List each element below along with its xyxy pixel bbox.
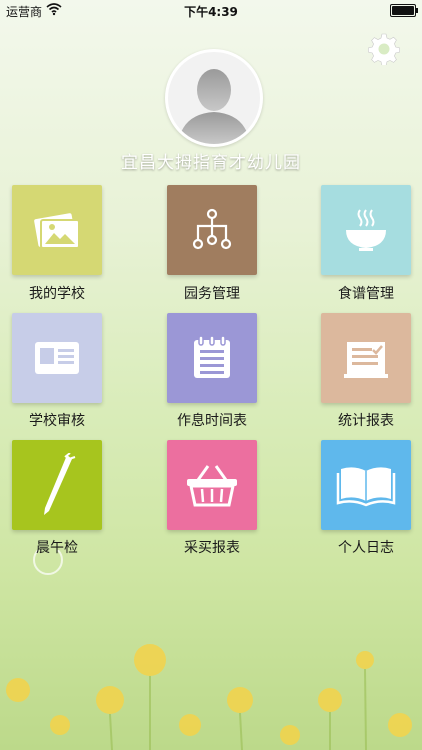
background-flowers — [6, 550, 412, 750]
person-silhouette-icon — [178, 69, 250, 144]
tile-label-statistics[interactable]: 统计报表 — [301, 410, 422, 430]
tile-label-my-school[interactable]: 我的学校 — [0, 283, 122, 303]
checklist-icon — [344, 342, 388, 378]
tile-personal-log[interactable] — [321, 440, 411, 530]
thermometer-icon — [44, 453, 76, 515]
tile-schedule[interactable] — [167, 313, 257, 403]
photo-frame-icon — [34, 213, 80, 249]
tile-school-review[interactable] — [12, 313, 102, 403]
battery-icon — [390, 4, 418, 17]
tile-health-check[interactable] — [12, 440, 102, 530]
status-time: 下午4:39 — [184, 5, 238, 19]
school-name: 宜昌大拇指育才幼儿园 — [121, 153, 301, 173]
tile-label-park-affairs[interactable]: 园务管理 — [147, 283, 277, 303]
basket-icon — [187, 465, 237, 507]
avatar[interactable] — [165, 49, 263, 147]
tile-statistics[interactable] — [321, 313, 411, 403]
tile-recipes[interactable] — [321, 185, 411, 275]
status-bar: 运营商 下午4:39 — [0, 0, 422, 22]
notepad-icon — [194, 335, 230, 378]
tile-label-recipes[interactable]: 食谱管理 — [301, 283, 422, 303]
tile-label-schedule[interactable]: 作息时间表 — [147, 410, 277, 430]
org-tree-icon — [192, 208, 232, 250]
tile-purchase-report[interactable] — [167, 440, 257, 530]
tile-label-purchase-report[interactable]: 采买报表 — [147, 537, 277, 557]
tile-label-personal-log[interactable]: 个人日志 — [301, 537, 422, 557]
tile-label-health-check[interactable]: 晨午检 — [0, 537, 122, 557]
bowl-icon — [346, 209, 386, 251]
id-card-icon — [35, 342, 79, 374]
tile-my-school[interactable] — [12, 185, 102, 275]
tile-park-affairs[interactable] — [167, 185, 257, 275]
tile-label-school-review[interactable]: 学校审核 — [0, 410, 122, 430]
gear-icon[interactable] — [368, 33, 400, 65]
book-icon — [336, 467, 396, 507]
